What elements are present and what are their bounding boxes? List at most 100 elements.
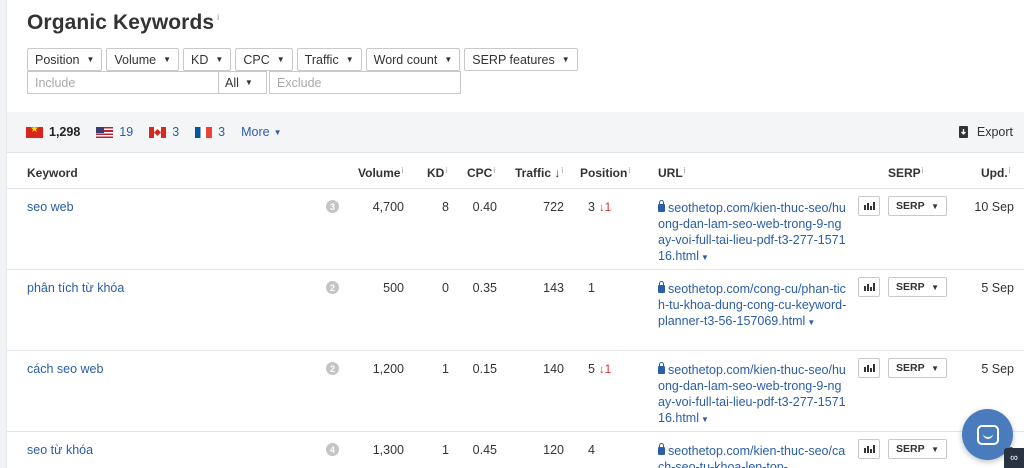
lock-icon bbox=[658, 200, 665, 212]
cpc-value: 0.35 bbox=[472, 281, 497, 295]
info-icon: i bbox=[401, 166, 404, 175]
column-volume[interactable]: Volumei bbox=[358, 166, 403, 180]
info-icon: i bbox=[493, 166, 496, 175]
caret-down-icon: ▼ bbox=[931, 201, 939, 211]
country-tab-vietnam[interactable]: 1,298 bbox=[26, 125, 80, 139]
chart-button[interactable] bbox=[858, 196, 880, 216]
column-label: CPC bbox=[467, 166, 493, 180]
table-row: seo từ khóa 4 1,300 1 0.45 120 4 seothet… bbox=[7, 432, 1024, 468]
kd-value: 8 bbox=[442, 200, 449, 214]
country-tab-france[interactable]: 3 bbox=[195, 125, 225, 139]
url-link[interactable]: seothetop.com/kien-thuc-seo/cach-seo-tu-… bbox=[658, 444, 845, 468]
caret-down-icon: ▼ bbox=[276, 55, 285, 64]
column-label: SERP bbox=[888, 166, 921, 180]
column-label: Volume bbox=[358, 166, 401, 180]
url-link[interactable]: seothetop.com/kien-thuc-seo/huong-dan-la… bbox=[658, 363, 846, 425]
include-input[interactable]: Include bbox=[27, 71, 219, 94]
filter-cpc-button[interactable]: CPC ▼ bbox=[235, 48, 293, 71]
caret-down-icon: ▼ bbox=[244, 78, 253, 87]
more-countries-button[interactable]: More ▼ bbox=[241, 125, 281, 139]
info-icon: i bbox=[1008, 166, 1011, 175]
column-updated[interactable]: Upd.i bbox=[981, 166, 1010, 180]
url-link[interactable]: seothetop.com/kien-thuc-seo/huong-dan-la… bbox=[658, 201, 846, 263]
traffic-value: 722 bbox=[543, 200, 564, 214]
traffic-value: 143 bbox=[543, 281, 564, 295]
chat-icon bbox=[976, 424, 999, 445]
serp-button[interactable]: SERP ▼ bbox=[888, 439, 947, 459]
keyword-link[interactable]: phân tích từ khóa bbox=[27, 281, 124, 295]
volume-value: 1,200 bbox=[372, 362, 404, 376]
left-sidebar-edge bbox=[0, 0, 7, 468]
column-label: Upd. bbox=[981, 166, 1008, 180]
column-traffic[interactable]: Traffic ↓i bbox=[515, 166, 563, 180]
position-value: 1 bbox=[588, 281, 595, 295]
traffic-value: 120 bbox=[543, 443, 564, 457]
info-icon: i bbox=[445, 166, 448, 175]
caret-down-icon[interactable]: ▼ bbox=[701, 253, 709, 262]
updated-value: 5 Sep bbox=[981, 281, 1014, 295]
keyword-link[interactable]: seo web bbox=[27, 200, 74, 214]
position-cell: 5 ↓1 bbox=[588, 362, 611, 376]
filter-volume-button[interactable]: Volume ▼ bbox=[106, 48, 180, 71]
caret-down-icon: ▼ bbox=[931, 444, 939, 454]
filter-label: Traffic bbox=[304, 52, 339, 67]
caret-down-icon: ▼ bbox=[444, 55, 453, 64]
caret-down-icon[interactable]: ▼ bbox=[701, 415, 709, 424]
column-url[interactable]: URLi bbox=[658, 166, 685, 180]
export-button[interactable]: Export bbox=[958, 125, 1013, 139]
keyword-link[interactable]: seo từ khóa bbox=[27, 443, 93, 457]
volume-value: 500 bbox=[383, 281, 404, 295]
filter-label: Volume bbox=[114, 52, 157, 67]
position-change: ↓1 bbox=[598, 364, 612, 376]
country-tab-usa[interactable]: 19 bbox=[96, 125, 133, 139]
link-icon[interactable]: ∞ bbox=[1004, 448, 1024, 468]
keyword-search-row: Include All ▼ Exclude bbox=[27, 71, 461, 94]
column-keyword[interactable]: Keyword bbox=[27, 166, 78, 180]
column-serp[interactable]: SERPi bbox=[888, 166, 923, 180]
serp-label: SERP bbox=[896, 362, 925, 374]
filter-word-count-button[interactable]: Word count ▼ bbox=[365, 48, 461, 71]
chart-button[interactable] bbox=[858, 358, 880, 378]
caret-down-icon[interactable]: ▼ bbox=[807, 318, 815, 327]
keyword-link[interactable]: cách seo web bbox=[27, 362, 103, 376]
info-icon: i bbox=[683, 166, 686, 175]
column-kd[interactable]: KDi bbox=[427, 166, 447, 180]
kd-value: 0 bbox=[442, 281, 449, 295]
more-label: More bbox=[241, 125, 270, 139]
kd-value: 1 bbox=[442, 443, 449, 457]
column-cpc[interactable]: CPCi bbox=[467, 166, 495, 180]
url-link[interactable]: seothetop.com/cong-cu/phan-tich-tu-khoa-… bbox=[658, 282, 846, 328]
filter-kd-button[interactable]: KD ▼ bbox=[183, 48, 232, 71]
filter-label: KD bbox=[191, 52, 209, 67]
canada-flag-icon bbox=[149, 126, 167, 138]
filter-traffic-button[interactable]: Traffic ▼ bbox=[296, 48, 362, 71]
info-icon: i bbox=[561, 166, 564, 175]
column-position[interactable]: Positioni bbox=[580, 166, 630, 180]
match-mode-select[interactable]: All ▼ bbox=[219, 71, 267, 94]
serp-label: SERP bbox=[896, 443, 925, 455]
country-tab-canada[interactable]: 3 bbox=[149, 125, 179, 139]
caret-down-icon: ▼ bbox=[345, 55, 354, 64]
cpc-value: 0.40 bbox=[472, 200, 497, 214]
serp-button[interactable]: SERP ▼ bbox=[888, 277, 947, 297]
column-label: URL bbox=[658, 166, 683, 180]
position-change: ↓1 bbox=[598, 202, 612, 214]
bar-chart-icon bbox=[863, 448, 866, 453]
serp-position-badge: 2 bbox=[326, 362, 339, 375]
serp-position-badge: 2 bbox=[326, 281, 339, 294]
info-icon[interactable]: i bbox=[217, 12, 219, 22]
volume-value: 1,300 bbox=[372, 443, 404, 457]
cpc-value: 0.45 bbox=[472, 443, 497, 457]
exclude-input[interactable]: Exclude bbox=[269, 71, 461, 94]
filter-serp-features-button[interactable]: SERP features ▼ bbox=[464, 48, 578, 71]
chart-button[interactable] bbox=[858, 277, 880, 297]
caret-down-icon: ▼ bbox=[931, 363, 939, 373]
filter-position-button[interactable]: Position ▼ bbox=[27, 48, 103, 71]
serp-button[interactable]: SERP ▼ bbox=[888, 358, 947, 378]
caret-down-icon: ▼ bbox=[86, 55, 95, 64]
serp-button[interactable]: SERP ▼ bbox=[888, 196, 947, 216]
vietnam-flag-icon bbox=[26, 126, 43, 138]
column-label: KD bbox=[427, 166, 445, 180]
chart-button[interactable] bbox=[858, 439, 880, 459]
filter-label: SERP features bbox=[472, 52, 555, 67]
